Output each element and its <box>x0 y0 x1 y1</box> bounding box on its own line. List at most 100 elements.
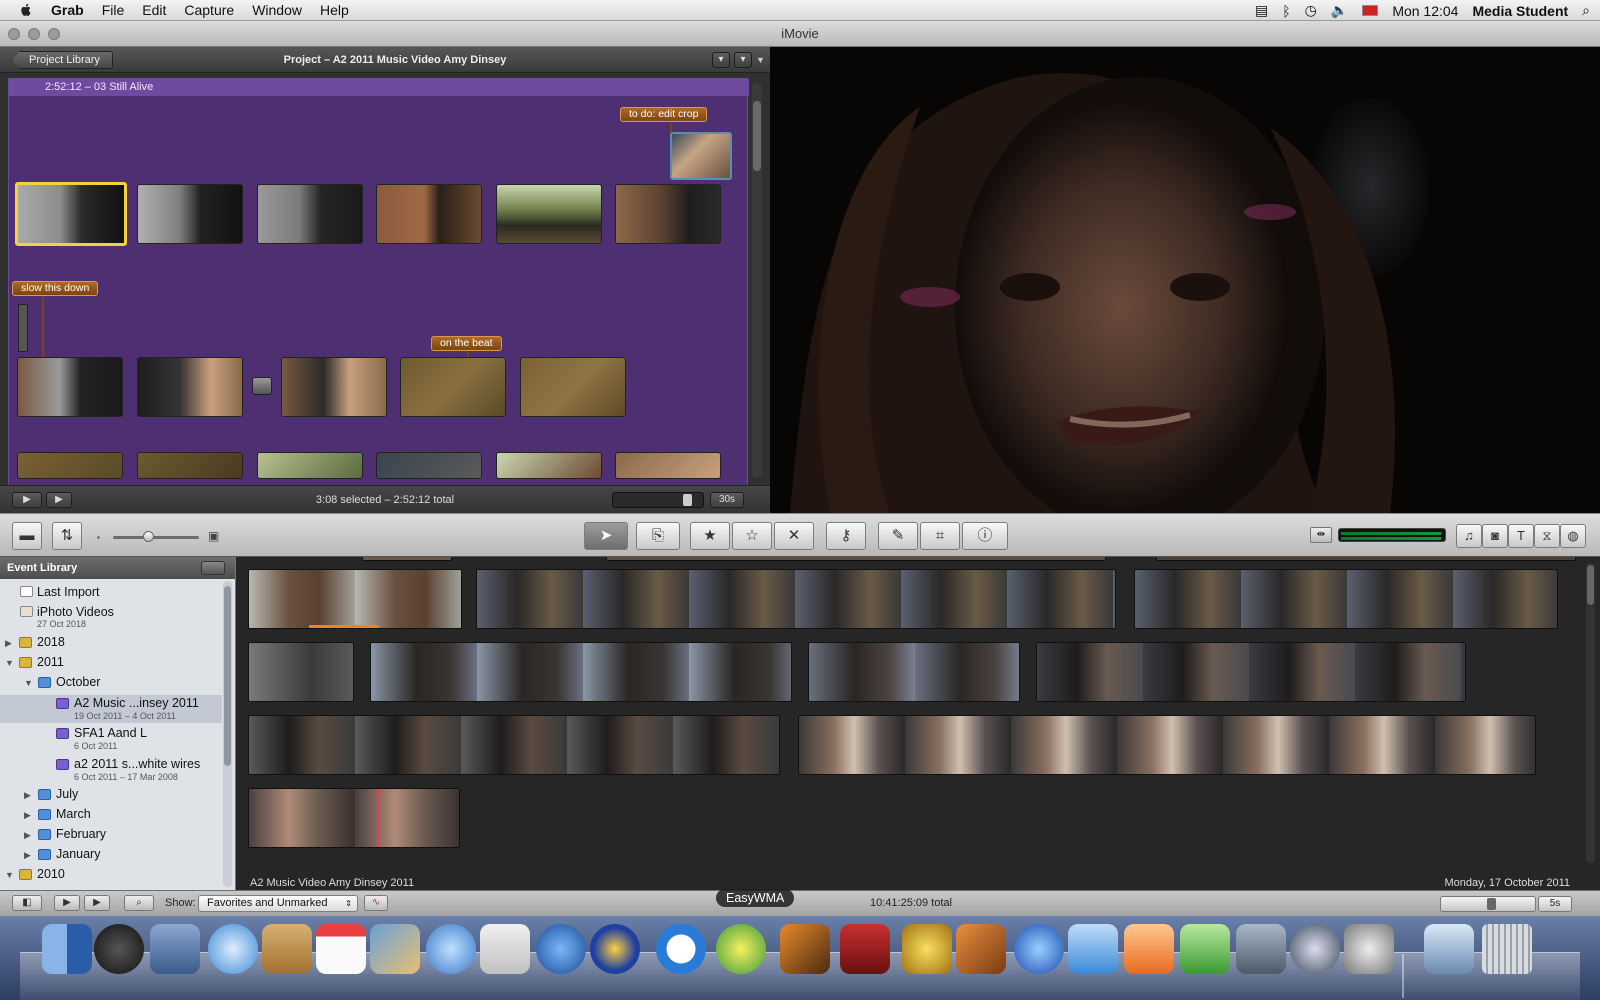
thumbnail-size-slider[interactable] <box>113 531 199 542</box>
menu-window[interactable]: Window <box>243 2 311 18</box>
audio-waveform-icon[interactable]: ⇹ <box>1310 527 1332 543</box>
image-capture-icon[interactable] <box>780 924 830 974</box>
event-item-sfa1[interactable]: SFA1 Aand L 6 Oct 2011 <box>0 725 222 753</box>
camera-import-icon[interactable]: ▬ <box>12 522 42 550</box>
photo-booth-icon[interactable] <box>840 924 890 974</box>
input-flag-icon[interactable] <box>1362 5 1379 16</box>
music-track-bar[interactable]: 2:52:12 – 03 Still Alive <box>9 79 749 96</box>
mark-favorite-star-icon[interactable]: ★ <box>690 522 730 550</box>
clip-filmstrip[interactable] <box>1036 642 1466 702</box>
clip-thumbnail[interactable] <box>615 184 721 244</box>
spotlight-icon[interactable]: ⌕ <box>1582 2 1590 19</box>
comment-marker[interactable]: on the beat <box>431 336 502 351</box>
iphoto-icon[interactable] <box>370 924 420 974</box>
comment-marker[interactable]: slow this down <box>12 281 99 296</box>
scrollbar-thumb[interactable] <box>224 586 231 766</box>
clip-filmstrip[interactable] <box>248 788 460 848</box>
disclosure-triangle-icon[interactable]: ▶ <box>24 790 31 801</box>
minimize-window-button[interactable] <box>28 28 40 40</box>
event-item-a2-white-wires[interactable]: a2 2011 s...white wires 6 Oct 2011 – 17 … <box>0 756 222 784</box>
clip-filmstrip[interactable] <box>248 569 462 629</box>
time-machine-icon[interactable] <box>1290 924 1340 974</box>
inspector-info-icon[interactable]: ⓘ <box>962 522 1008 550</box>
keyword-key-icon[interactable]: ⚷ <box>826 522 866 550</box>
project-library-button[interactable]: Project Library <box>12 51 113 69</box>
disclosure-triangle-icon[interactable]: ▶ <box>24 850 31 861</box>
ical-icon[interactable] <box>316 924 366 974</box>
chevron-down-icon[interactable]: ▼ <box>756 55 765 65</box>
menubar-clock[interactable]: Mon 12:04 <box>1392 3 1458 19</box>
music-browser-icon[interactable]: ♫ <box>1456 524 1482 548</box>
titles-text-icon[interactable]: T <box>1508 524 1534 548</box>
event-item-2011[interactable]: ▼ 2011 <box>0 655 222 673</box>
playhead[interactable] <box>377 789 379 847</box>
disclosure-triangle-icon[interactable]: ▶ <box>24 810 31 821</box>
cutaway-clip-thumbnail[interactable] <box>670 132 732 180</box>
clip-filmstrip[interactable] <box>606 557 1106 561</box>
swap-events-projects-icon[interactable]: ⇅ <box>52 522 82 550</box>
menu-help[interactable]: Help <box>311 2 358 18</box>
photo-browser-camera-icon[interactable]: ◙ <box>1482 524 1508 548</box>
project-flag-icon[interactable]: ▾ <box>734 52 752 68</box>
disclosure-triangle-icon[interactable]: ▼ <box>24 678 33 688</box>
clip-thumbnail[interactable] <box>281 357 387 417</box>
event-library-scrollbar[interactable] <box>223 581 232 887</box>
clip-thumbnail[interactable] <box>496 452 602 479</box>
clip-thumbnail[interactable] <box>376 452 482 479</box>
voiceover-mic-icon[interactable]: ✎ <box>878 522 918 550</box>
slider-knob[interactable] <box>1487 898 1496 910</box>
clip-filmstrip[interactable] <box>798 715 1536 775</box>
clip-thumbnail[interactable] <box>137 452 243 479</box>
ichat-icon[interactable] <box>426 924 476 974</box>
clip-filmstrip[interactable] <box>248 715 780 775</box>
show-filter-select[interactable]: Favorites and Unmarked ⇕ <box>198 895 358 912</box>
reject-x-icon[interactable]: ✕ <box>774 522 814 550</box>
slider-knob[interactable] <box>143 531 154 542</box>
event-zoom-slider[interactable] <box>1440 896 1536 912</box>
itunes-icon[interactable] <box>536 924 586 974</box>
clip-thumbnail[interactable] <box>137 184 243 244</box>
scrollbar-thumb[interactable] <box>1587 565 1594 605</box>
clip-thumbnail[interactable] <box>400 357 506 417</box>
apple-menu-icon[interactable] <box>18 2 34 18</box>
scissors-icon[interactable] <box>480 924 530 974</box>
clip-thumbnail[interactable] <box>376 184 482 244</box>
transition-icon[interactable] <box>252 377 272 395</box>
clip-thumbnail[interactable] <box>257 184 363 244</box>
project-marker-icon[interactable]: ▾ <box>712 52 730 68</box>
clip-filmstrip[interactable] <box>1156 557 1576 561</box>
clip-filmstrip[interactable] <box>808 642 1020 702</box>
bluetooth-icon[interactable]: ᛒ <box>1282 3 1290 19</box>
clip-thumbnail[interactable] <box>520 357 626 417</box>
office-toolbox-icon[interactable] <box>1236 924 1286 974</box>
menu-file[interactable]: File <box>93 2 134 18</box>
disclosure-triangle-icon[interactable]: ▼ <box>5 870 14 880</box>
comment-marker[interactable]: to do: edit crop <box>620 107 708 122</box>
clip-filmstrip[interactable] <box>370 642 792 702</box>
play-event-button[interactable]: ▶ <box>84 895 110 911</box>
event-item-last-import[interactable]: Last Import <box>0 585 222 603</box>
maps-globe-icon[interactable]: ◍ <box>1560 524 1586 548</box>
disclosure-triangle-icon[interactable]: ▼ <box>5 658 14 668</box>
transition-marker[interactable] <box>18 304 28 352</box>
unmark-star-icon[interactable]: ☆ <box>732 522 772 550</box>
excel-icon[interactable] <box>1180 924 1230 974</box>
powerpoint-icon[interactable] <box>1124 924 1174 974</box>
add-to-project-tool[interactable]: ⎘ <box>636 522 680 550</box>
transitions-icon[interactable]: ⧖ <box>1534 524 1560 548</box>
select-arrow-tool[interactable]: ➤ <box>584 522 628 550</box>
system-preferences-icon[interactable] <box>1344 924 1394 974</box>
event-browser-scrollbar[interactable] <box>1586 563 1595 863</box>
menubar-user[interactable]: Media Student <box>1472 3 1568 19</box>
event-item-october[interactable]: ▼ October <box>0 675 222 693</box>
google-earth-icon[interactable] <box>1014 924 1064 974</box>
disclosure-triangle-icon[interactable]: ▶ <box>24 830 31 841</box>
clip-filmstrip[interactable] <box>248 642 354 702</box>
slider-knob[interactable] <box>683 494 692 506</box>
clip-filmstrip[interactable] <box>362 557 452 561</box>
menu-app-name[interactable]: Grab <box>42 2 93 18</box>
menu-edit[interactable]: Edit <box>133 2 175 18</box>
clip-thumbnail[interactable] <box>137 357 243 417</box>
event-item-a2-music-video[interactable]: A2 Music ...insey 2011 19 Oct 2011 – 4 O… <box>0 695 222 723</box>
event-item-march[interactable]: ▶ March <box>0 807 222 825</box>
